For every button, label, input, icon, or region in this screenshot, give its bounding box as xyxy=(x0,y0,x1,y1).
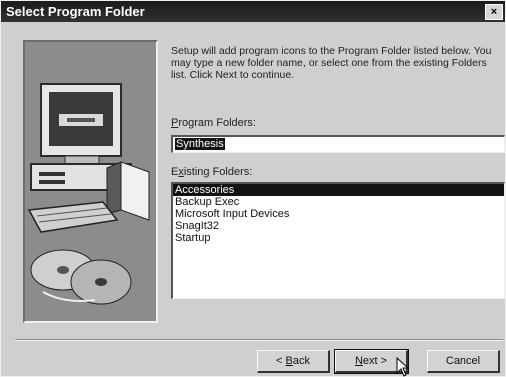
existing-folders-label: Existing Folders: xyxy=(171,166,253,178)
instruction-text: Setup will add program icons to the Prog… xyxy=(171,45,492,81)
setup-dialog: Select Program Folder × Setup will add p… xyxy=(0,0,506,377)
close-icon[interactable]: × xyxy=(485,4,503,20)
list-item[interactable]: Accessories xyxy=(173,184,504,196)
list-item[interactable]: SnagIt32 xyxy=(173,220,504,232)
back-button[interactable]: < Back xyxy=(257,350,330,373)
window-title: Select Program Folder xyxy=(6,4,145,19)
computer-illustration-icon xyxy=(25,42,156,321)
program-folder-input[interactable]: Synthesis xyxy=(171,135,505,153)
mouse-pointer-icon xyxy=(396,357,410,377)
program-folder-value: Synthesis xyxy=(175,138,225,150)
list-item[interactable]: Startup xyxy=(173,232,504,244)
list-item[interactable]: Microsoft Input Devices xyxy=(173,208,504,220)
program-folders-label: Program Folders: xyxy=(171,117,256,129)
setup-illustration xyxy=(23,40,158,323)
divider xyxy=(15,339,503,341)
cancel-button[interactable]: Cancel xyxy=(427,350,500,373)
existing-folders-list[interactable]: Accessories Backup Exec Microsoft Input … xyxy=(171,182,505,299)
title-bar: Select Program Folder × xyxy=(1,1,505,22)
list-item[interactable]: Backup Exec xyxy=(173,196,504,208)
